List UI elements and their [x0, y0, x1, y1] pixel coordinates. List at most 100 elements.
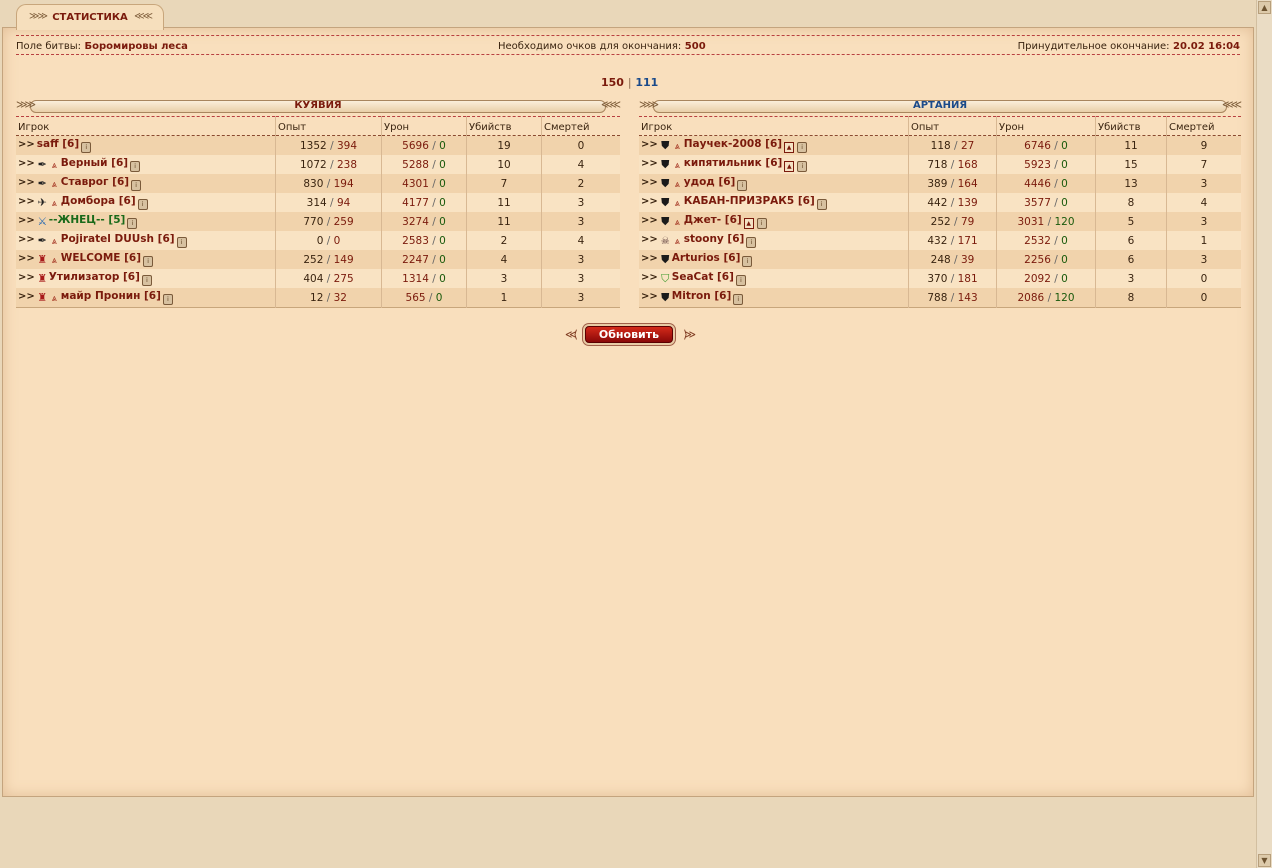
info-icon[interactable]: i — [143, 256, 154, 267]
details-arrows-icon[interactable]: >> — [641, 177, 658, 188]
details-arrows-icon[interactable]: >> — [641, 196, 658, 207]
details-arrows-icon[interactable]: >> — [18, 272, 35, 283]
damage-cell: 3274 / 0 — [381, 212, 467, 231]
info-icon[interactable]: i — [162, 294, 173, 305]
details-arrows-icon[interactable]: >> — [18, 158, 35, 169]
player-name[interactable]: майр Пронин [6] — [61, 290, 161, 302]
info-icon[interactable]: i — [130, 161, 141, 172]
info-icon[interactable]: i — [735, 275, 746, 286]
vertical-scrollbar[interactable]: ▲ ▼ — [1256, 0, 1272, 868]
player-name[interactable]: КАБАН-ПРИЗРАК5 [6] — [684, 195, 815, 207]
player-cell: >> ✈ ⩓ Домбора [6] i — [16, 193, 276, 212]
info-icon[interactable]: i — [797, 161, 808, 172]
table-row: >> ⛊ Arturios [6] i 248 / 39 2256 / 063 — [639, 250, 1241, 269]
player-cell: >> ⛊ Arturios [6] i — [639, 250, 909, 269]
player-cell: >> ⛊ ⩓ кипятильник [6] ▲ i — [639, 155, 909, 174]
info-icon[interactable]: i — [746, 237, 757, 248]
exp-total: 404 — [303, 272, 324, 285]
damage-received: 0 — [1061, 272, 1068, 285]
player-name[interactable]: WELCOME [6] — [61, 252, 141, 264]
flag-icon[interactable]: ▲ — [784, 161, 795, 172]
player-name[interactable]: кипятильник [6] — [684, 157, 783, 169]
team-name: АРТАНИЯ — [912, 100, 968, 111]
damage-received: 0 — [439, 253, 446, 266]
refresh-button[interactable]: Обновить — [585, 326, 673, 343]
details-arrows-icon[interactable]: >> — [18, 139, 35, 150]
info-icon[interactable]: i — [756, 218, 767, 229]
info-icon[interactable]: i — [141, 275, 152, 286]
player-name[interactable]: Верный [6] — [61, 157, 128, 169]
details-arrows-icon[interactable]: >> — [641, 272, 658, 283]
pen-icon: ✒ — [37, 158, 47, 171]
details-arrows-icon[interactable]: >> — [18, 177, 35, 188]
player-cell: >> ✒ ⩓ Ставрог [6] i — [16, 174, 276, 193]
kills-cell: 13 — [1095, 174, 1167, 193]
info-icon[interactable]: i — [127, 218, 138, 229]
player-name[interactable]: Домбора [6] — [61, 195, 136, 207]
damage-cell: 5288 / 0 — [381, 155, 467, 174]
exp-gained: 32 — [333, 291, 347, 304]
details-arrows-icon[interactable]: >> — [641, 253, 658, 264]
flag-icon[interactable]: ▲ — [784, 142, 795, 153]
kills-cell: 6 — [1095, 231, 1167, 250]
kills-cell: 8 — [1095, 288, 1167, 308]
score-left: 150 — [601, 76, 624, 89]
player-cell: >> ♜ ⩓ WELCOME [6] i — [16, 250, 276, 269]
details-arrows-icon[interactable]: >> — [641, 215, 658, 226]
table-row: >> saff [6] i 1352 / 394 5696 / 0 19 0 — [16, 135, 620, 155]
exp-total: 718 — [927, 158, 948, 171]
details-arrows-icon[interactable]: >> — [18, 196, 35, 207]
player-name[interactable]: Утилизатор [6] — [49, 271, 140, 283]
tab-statistics[interactable]: ≫≫ СТАТИСТИКА ≪≪ — [16, 4, 164, 30]
table-row: >> ⚔ --ЖНЕЦ-- [5] i 770 / 259 3274 / 0 11 3 — [16, 212, 620, 231]
player-name[interactable]: Pojiratel DUUsh [6] — [61, 233, 175, 245]
player-name[interactable]: saff [6] — [37, 138, 79, 150]
flag-icon[interactable]: ▲ — [743, 218, 754, 229]
details-arrows-icon[interactable]: >> — [18, 291, 35, 302]
info-icon[interactable]: i — [733, 294, 744, 305]
damage-cell: 2092 / 0 — [996, 269, 1096, 288]
damage-dealt: 2256 — [1024, 253, 1051, 266]
player-name[interactable]: удод [6] — [684, 176, 736, 188]
exp-gained: 94 — [336, 196, 351, 209]
player-name[interactable]: stoony [6] — [684, 233, 745, 245]
points-info: Необходимо очков для окончания: 500 — [498, 41, 706, 52]
deaths-cell: 0 — [541, 135, 620, 155]
player-name[interactable]: Паучек-2008 [6] — [684, 138, 782, 150]
deaths-cell: 3 — [541, 212, 620, 231]
details-arrows-icon[interactable]: >> — [18, 234, 35, 245]
scroll-up-arrow-icon[interactable]: ▲ — [1258, 1, 1271, 14]
details-arrows-icon[interactable]: >> — [18, 215, 35, 226]
damage-cell: 4177 / 0 — [381, 193, 467, 212]
details-arrows-icon[interactable]: >> — [641, 291, 658, 302]
shield-icon: ⛊ — [661, 139, 670, 152]
details-arrows-icon[interactable]: >> — [18, 253, 35, 264]
exp-total: 314 — [306, 196, 327, 209]
player-name[interactable]: --ЖНЕЦ-- [5] — [49, 214, 126, 226]
crossed-swords-icon: ⚔ — [37, 215, 48, 228]
info-icon[interactable]: i — [797, 142, 808, 153]
damage-dealt: 3031 — [1017, 215, 1045, 228]
info-icon[interactable]: i — [737, 180, 748, 191]
player-name[interactable]: Джет- [6] — [684, 214, 742, 226]
scroll-down-arrow-icon[interactable]: ▼ — [1258, 854, 1271, 867]
player-name[interactable]: SeaCat [6] — [672, 271, 734, 283]
details-arrows-icon[interactable]: >> — [641, 139, 658, 150]
details-arrows-icon[interactable]: >> — [641, 234, 658, 245]
info-icon[interactable]: i — [137, 199, 148, 210]
exp-total: 830 — [303, 177, 324, 190]
details-arrows-icon[interactable]: >> — [641, 158, 658, 169]
table-row: >> ♜ ⩓ WELCOME [6] i 252 / 149 2247 / 043 — [16, 250, 620, 269]
info-icon[interactable]: i — [176, 237, 187, 248]
battle-info-bar: Поле битвы: Боромировы леса Необходимо о… — [16, 35, 1240, 55]
table-row: >> ⛊ Mitron [6] i 788 / 143 2086 / 120 8 0 — [639, 288, 1241, 308]
info-icon[interactable]: i — [816, 199, 827, 210]
player-name[interactable]: Mitron [6] — [672, 290, 732, 302]
damage-cell: 3577 / 0 — [996, 193, 1096, 212]
player-name[interactable]: Ставрог [6] — [61, 176, 129, 188]
rank-icon: ⩓ — [674, 142, 680, 152]
info-icon[interactable]: i — [131, 180, 142, 191]
info-icon[interactable]: i — [81, 142, 92, 153]
info-icon[interactable]: i — [742, 256, 753, 267]
player-name[interactable]: Arturios [6] — [672, 252, 741, 264]
